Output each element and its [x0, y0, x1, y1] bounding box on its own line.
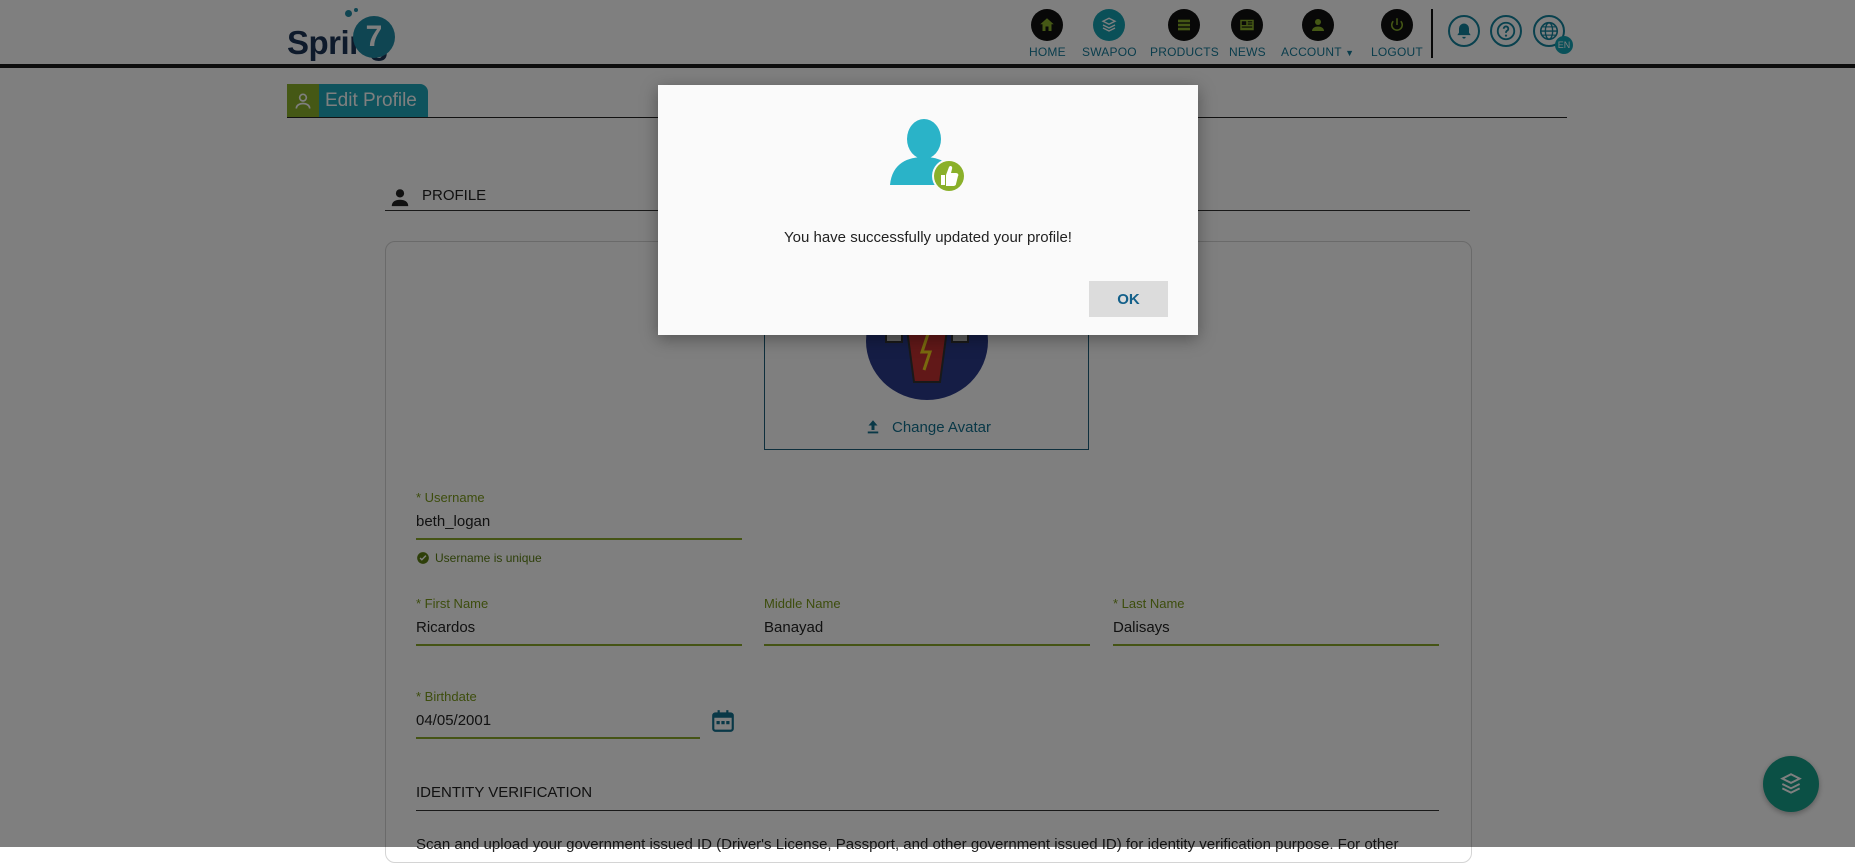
- profile-updated-icon: [890, 119, 966, 193]
- success-message: You have successfully updated your profi…: [784, 229, 1072, 246]
- ok-button[interactable]: OK: [1089, 281, 1168, 317]
- success-dialog: You have successfully updated your profi…: [658, 85, 1198, 335]
